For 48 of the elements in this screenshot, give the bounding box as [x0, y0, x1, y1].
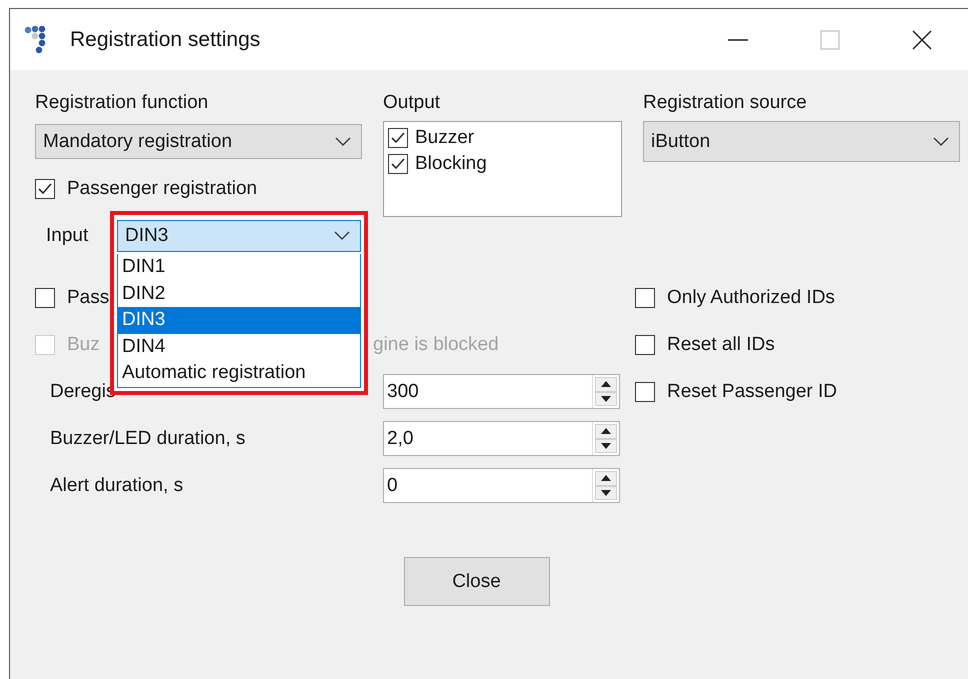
spin-up-button[interactable] — [595, 471, 617, 486]
close-button[interactable]: Close — [404, 557, 550, 606]
checkbox-label: Buz — [67, 334, 100, 354]
checkbox-label: Pass — [67, 286, 110, 308]
checkbox[interactable] — [35, 288, 55, 308]
checkbox[interactable] — [635, 382, 655, 402]
field-label: Registration function — [35, 92, 210, 115]
spin-down-button[interactable] — [595, 486, 617, 500]
dropdown[interactable]: Mandatory registration — [35, 124, 362, 159]
checkbox[interactable] — [388, 154, 408, 174]
checkbox[interactable] — [35, 179, 55, 199]
checkbox-label: Only Authorized IDs — [667, 286, 835, 308]
checkmark-icon — [390, 157, 406, 171]
checkbox-label: Blocking — [415, 153, 487, 175]
number-field[interactable]: 0 — [383, 468, 620, 503]
spin-down-button[interactable] — [595, 392, 617, 406]
checkmark-icon — [390, 131, 406, 145]
window-title: Registration settings — [70, 28, 262, 52]
dropdown-option[interactable]: DIN2 — [118, 280, 360, 307]
field-label: Input — [46, 225, 88, 246]
dropdown[interactable]: iButton — [643, 121, 960, 162]
dropdown-option[interactable]: DIN1 — [118, 254, 360, 280]
chevron-down-icon — [335, 136, 351, 146]
field-label: Output — [383, 92, 442, 115]
field-label: Buzzer/LED duration, s — [49, 428, 246, 450]
chevron-down-icon — [933, 136, 949, 146]
field-label: Registration source — [643, 92, 808, 115]
field-label: Alert duration, s — [49, 474, 184, 496]
checkbox-label: Buzzer — [415, 127, 474, 149]
close-icon[interactable] — [911, 28, 933, 50]
number-field[interactable]: 300 — [383, 374, 620, 409]
spin-up-button[interactable] — [595, 424, 617, 438]
spin-up-button[interactable] — [595, 377, 617, 392]
number-field[interactable]: 2,0 — [383, 421, 620, 456]
dropdown-option[interactable]: DIN4 — [118, 334, 360, 360]
dropdown-option[interactable]: Automatic registration — [118, 360, 360, 386]
checkbox[interactable] — [635, 334, 655, 354]
checkmark-icon — [37, 182, 53, 196]
checkbox-label: gine is blocked — [373, 334, 499, 356]
checkbox-label: Passenger registration — [67, 178, 258, 200]
spin-down-button[interactable] — [595, 438, 617, 453]
checkbox-label: Reset all IDs — [667, 334, 775, 356]
checkbox[interactable] — [388, 128, 408, 148]
checkbox[interactable] — [635, 288, 655, 308]
checkbox-label: Reset Passenger ID — [667, 380, 838, 402]
dropdown[interactable]: DIN3 — [117, 220, 361, 252]
chevron-down-icon — [334, 231, 350, 241]
dropdown-option[interactable]: DIN3 — [118, 307, 360, 334]
